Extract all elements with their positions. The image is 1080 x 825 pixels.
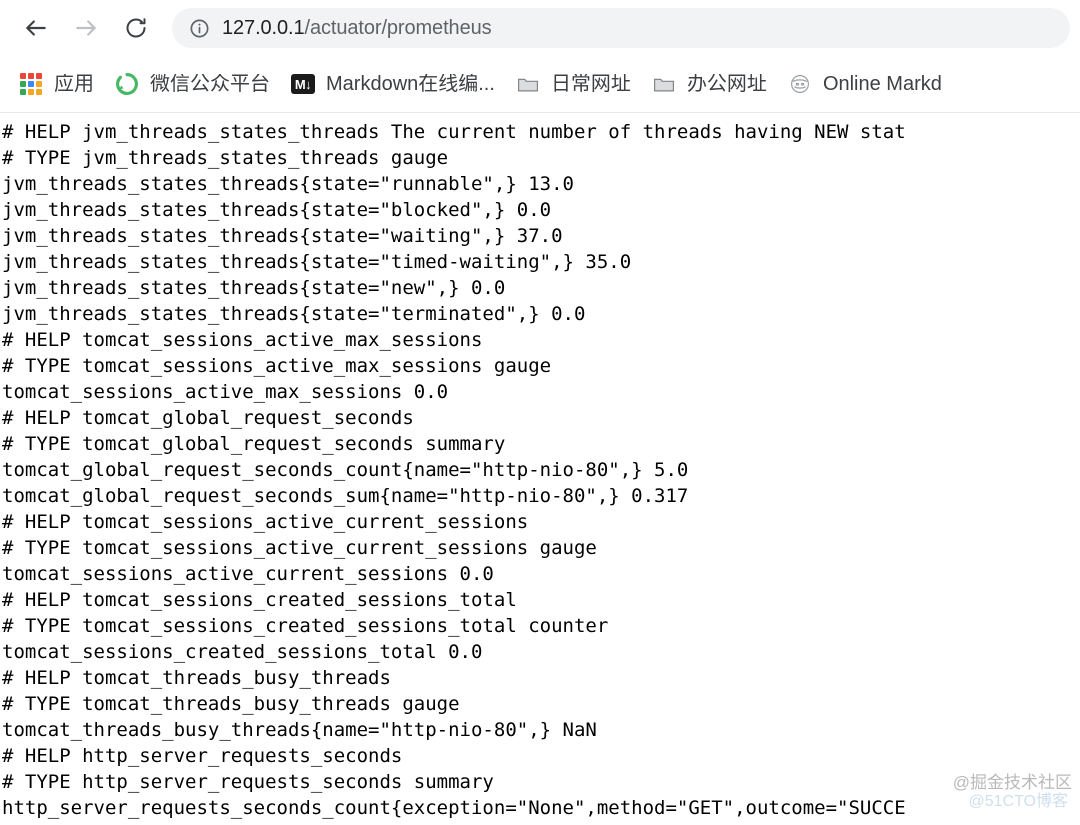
metric-line: # HELP http_server_requests_seconds	[2, 745, 403, 767]
metric-line: # TYPE jvm_threads_states_threads gauge	[2, 147, 449, 169]
prometheus-metrics-body: # HELP jvm_threads_states_threads The cu…	[0, 119, 1080, 821]
metric-line: jvm_threads_states_threads{state="termin…	[2, 303, 586, 325]
forward-button[interactable]	[66, 8, 106, 48]
metric-line: tomcat_threads_busy_threads{name="http-n…	[2, 719, 597, 741]
metric-line: # TYPE tomcat_sessions_active_current_se…	[2, 537, 597, 559]
metric-line: jvm_threads_states_threads{state="waitin…	[2, 225, 563, 247]
bookmark-label: 日常网址	[550, 74, 631, 94]
folder-icon	[651, 71, 677, 97]
metric-line: # TYPE http_server_requests_seconds summ…	[2, 771, 494, 793]
metric-line: # HELP tomcat_threads_busy_threads	[2, 667, 391, 689]
metric-line: # TYPE tomcat_global_request_seconds sum…	[2, 433, 506, 455]
metric-line: http_server_requests_seconds_count{excep…	[2, 797, 906, 819]
bookmark-label: Markdown在线编...	[326, 74, 495, 94]
back-arrow-icon	[23, 15, 49, 41]
metric-line: jvm_threads_states_threads{state="timed-…	[2, 251, 632, 273]
bookmark-wechat-mp[interactable]: 微信公众平台	[104, 64, 280, 104]
metric-line: # HELP tomcat_sessions_active_current_se…	[2, 511, 529, 533]
metric-line: jvm_threads_states_threads{state="runnab…	[2, 173, 574, 195]
bookmark-folder-office-sites[interactable]: 办公网址	[641, 64, 777, 104]
bookmark-label: 办公网址	[686, 74, 767, 94]
url-host: 127.0.0.1	[222, 18, 305, 38]
bookmark-folder-daily-sites[interactable]: 日常网址	[505, 64, 641, 104]
folder-icon	[515, 71, 541, 97]
metric-line: tomcat_sessions_active_current_sessions …	[2, 563, 494, 585]
browser-chrome: 127.0.0.1/actuator/prometheus 应用 微信公众平台	[0, 0, 1080, 113]
browser-toolbar: 127.0.0.1/actuator/prometheus	[0, 0, 1080, 56]
back-button[interactable]	[16, 8, 56, 48]
metric-line: # HELP jvm_threads_states_threads The cu…	[2, 121, 906, 143]
bookmark-markdown-editor[interactable]: M↓ Markdown在线编...	[280, 64, 505, 104]
bookmark-online-markdown[interactable]: Online Markd	[777, 64, 952, 104]
apps-grid-icon	[18, 71, 44, 97]
apps-grid-cell	[20, 81, 26, 87]
metric-line: jvm_threads_states_threads{state="blocke…	[2, 199, 552, 221]
reload-button[interactable]	[116, 8, 156, 48]
metric-line: # HELP tomcat_sessions_created_sessions_…	[2, 589, 517, 611]
apps-grid-cell	[36, 73, 42, 79]
apps-grid-cell	[28, 81, 34, 87]
bookmarks-bar: 应用 微信公众平台 M↓ Markdown在线编... 日常网址 办公网址 On…	[0, 56, 1080, 112]
metric-line: tomcat_global_request_seconds_count{name…	[2, 459, 689, 481]
metric-line: # TYPE tomcat_threads_busy_threads gauge	[2, 693, 460, 715]
address-bar[interactable]: 127.0.0.1/actuator/prometheus	[172, 8, 1070, 48]
bookmark-label: 微信公众平台	[150, 74, 270, 94]
bookmark-label: 应用	[54, 74, 94, 94]
bookmark-apps[interactable]: 应用	[8, 64, 104, 104]
url-text[interactable]: 127.0.0.1/actuator/prometheus	[222, 18, 492, 38]
metric-line: tomcat_sessions_active_max_sessions 0.0	[2, 381, 449, 403]
metric-line: # TYPE tomcat_sessions_active_max_sessio…	[2, 355, 552, 377]
reload-icon	[124, 16, 148, 40]
metric-line: # HELP tomcat_sessions_active_max_sessio…	[2, 329, 483, 351]
wechat-mp-icon	[114, 71, 140, 97]
metric-line: jvm_threads_states_threads{state="new",}…	[2, 277, 506, 299]
apps-grid-cell	[20, 73, 26, 79]
apps-grid-cell	[20, 89, 26, 95]
apps-grid-cell	[36, 81, 42, 87]
info-circle-icon[interactable]	[188, 17, 210, 39]
page-content: # HELP jvm_threads_states_threads The cu…	[0, 113, 1080, 825]
url-path: /actuator/prometheus	[304, 18, 492, 38]
bookmark-label: Online Markd	[822, 74, 942, 94]
forward-arrow-icon	[73, 15, 99, 41]
apps-grid-cell	[28, 89, 34, 95]
metric-line: tomcat_sessions_created_sessions_total 0…	[2, 641, 483, 663]
globe-face-icon	[787, 71, 813, 97]
metric-line: # HELP tomcat_global_request_seconds	[2, 407, 414, 429]
apps-grid-cell	[28, 73, 34, 79]
metric-line: tomcat_global_request_seconds_sum{name="…	[2, 485, 689, 507]
apps-grid-cell	[36, 89, 42, 95]
markdown-icon: M↓	[290, 71, 316, 97]
metric-line: # TYPE tomcat_sessions_created_sessions_…	[2, 615, 609, 637]
